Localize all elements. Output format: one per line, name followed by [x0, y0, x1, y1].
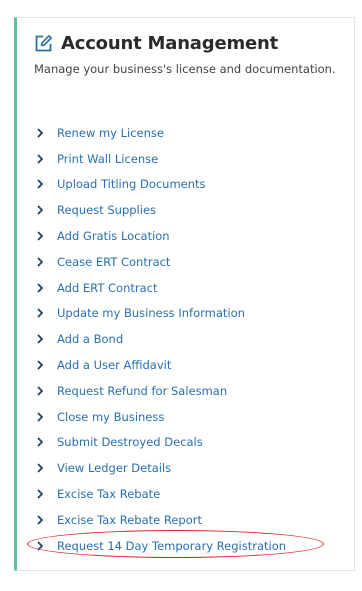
action-label[interactable]: Close my Business — [57, 410, 164, 424]
action-excise-tax-rebate-report[interactable]: Excise Tax Rebate Report — [34, 507, 346, 533]
action-label[interactable]: Request Supplies — [57, 203, 156, 217]
title-row: Account Management — [34, 31, 346, 55]
page-title: Account Management — [61, 32, 279, 54]
action-cease-ert-contract[interactable]: Cease ERT Contract — [34, 249, 346, 275]
action-print-wall-license[interactable]: Print Wall License — [34, 146, 346, 172]
chevron-right-icon — [34, 540, 48, 552]
chevron-right-icon — [34, 230, 48, 242]
action-request-refund-for-salesman[interactable]: Request Refund for Salesman — [34, 378, 346, 404]
action-label[interactable]: View Ledger Details — [57, 461, 171, 475]
chevron-right-icon — [34, 411, 48, 423]
chevron-right-icon — [34, 127, 48, 139]
action-add-gratis-location[interactable]: Add Gratis Location — [34, 223, 346, 249]
action-add-user-affidavit[interactable]: Add a User Affidavit — [34, 352, 346, 378]
action-request-supplies[interactable]: Request Supplies — [34, 197, 346, 223]
action-label[interactable]: Excise Tax Rebate — [57, 487, 160, 501]
action-label[interactable]: Request 14 Day Temporary Registration — [57, 539, 286, 553]
action-request-14-day-temporary-registration[interactable]: Request 14 Day Temporary Registration — [34, 533, 346, 559]
action-label[interactable]: Add a User Affidavit — [57, 358, 171, 372]
chevron-right-icon — [34, 153, 48, 165]
action-label[interactable]: Add Gratis Location — [57, 229, 170, 243]
action-label[interactable]: Request Refund for Salesman — [57, 384, 227, 398]
chevron-right-icon — [34, 462, 48, 474]
chevron-right-icon — [34, 385, 48, 397]
action-submit-destroyed-decals[interactable]: Submit Destroyed Decals — [34, 430, 346, 456]
action-label[interactable]: Cease ERT Contract — [57, 255, 170, 269]
action-label[interactable]: Update my Business Information — [57, 306, 245, 320]
chevron-right-icon — [34, 333, 48, 345]
action-add-bond[interactable]: Add a Bond — [34, 326, 346, 352]
action-label[interactable]: Print Wall License — [57, 152, 158, 166]
action-label[interactable]: Add a Bond — [57, 332, 123, 346]
chevron-right-icon — [34, 488, 48, 500]
action-label[interactable]: Renew my License — [57, 126, 164, 140]
chevron-right-icon — [34, 359, 48, 371]
action-update-business-information[interactable]: Update my Business Information — [34, 301, 346, 327]
chevron-right-icon — [34, 514, 48, 526]
action-label[interactable]: Add ERT Contract — [57, 281, 158, 295]
action-list: Renew my License Print Wall License Uplo… — [34, 120, 346, 559]
chevron-right-icon — [34, 178, 48, 190]
chevron-right-icon — [34, 256, 48, 268]
action-label[interactable]: Submit Destroyed Decals — [57, 435, 203, 449]
action-label[interactable]: Upload Titling Documents — [57, 177, 206, 191]
card-header: Account Management Manage your business'… — [34, 31, 346, 77]
action-label[interactable]: Excise Tax Rebate Report — [57, 513, 202, 527]
action-renew-license[interactable]: Renew my License — [34, 120, 346, 146]
action-close-business[interactable]: Close my Business — [34, 404, 346, 430]
chevron-right-icon — [34, 282, 48, 294]
page-subtitle: Manage your business's license and docum… — [34, 62, 336, 76]
action-upload-titling-documents[interactable]: Upload Titling Documents — [34, 172, 346, 198]
chevron-right-icon — [34, 204, 48, 216]
edit-icon — [34, 34, 53, 53]
action-view-ledger-details[interactable]: View Ledger Details — [34, 455, 346, 481]
action-excise-tax-rebate[interactable]: Excise Tax Rebate — [34, 481, 346, 507]
chevron-right-icon — [34, 307, 48, 319]
action-add-ert-contract[interactable]: Add ERT Contract — [34, 275, 346, 301]
chevron-right-icon — [34, 436, 48, 448]
account-management-card: Account Management Manage your business'… — [14, 17, 355, 571]
